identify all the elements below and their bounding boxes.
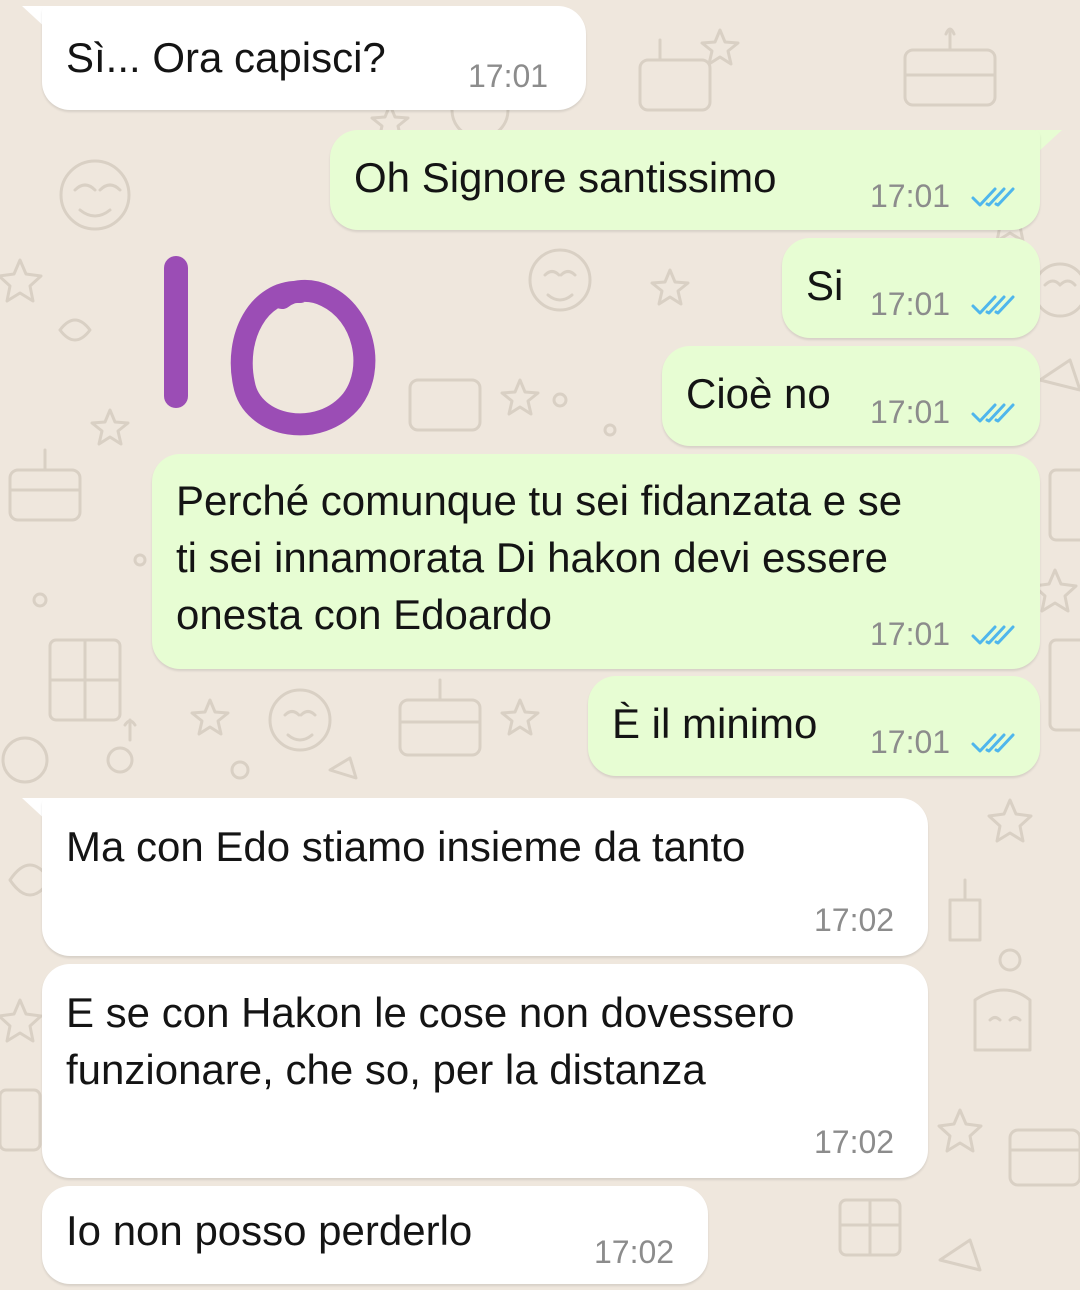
double-check-icon [971, 625, 1015, 645]
message-text: Perché comunque tu sei fidanzata e se ti… [176, 477, 903, 638]
outgoing-message[interactable]: Oh Signore santissimo 17:01 [330, 130, 1040, 230]
message-time: 17:01 [870, 616, 951, 652]
message-text: Io non posso perderlo [66, 1207, 473, 1254]
incoming-message[interactable]: E se con Hakon le cose non dovessero fun… [42, 964, 928, 1178]
message-time: 17:02 [814, 1124, 895, 1160]
message-time: 17:01 [870, 178, 951, 214]
double-check-icon [971, 187, 1015, 207]
double-check-icon [971, 403, 1015, 423]
message-text: È il minimo [612, 700, 818, 747]
outgoing-message[interactable]: Cioè no 17:01 [662, 346, 1040, 446]
outgoing-message[interactable]: È il minimo 17:01 [588, 676, 1040, 776]
message-text: Cioè no [686, 370, 831, 417]
message-text: Ma con Edo stiamo insieme da tanto [66, 823, 746, 870]
outgoing-message[interactable]: Si 17:01 [782, 238, 1040, 338]
double-check-icon [971, 733, 1015, 753]
outgoing-message[interactable]: Perché comunque tu sei fidanzata e se ti… [152, 454, 1040, 669]
message-time: 17:01 [870, 394, 951, 430]
message-text: Si [806, 262, 844, 309]
message-time: 17:02 [594, 1234, 675, 1270]
message-time: 17:01 [870, 286, 951, 322]
message-time: 17:01 [870, 724, 951, 760]
message-text: Oh Signore santissimo [354, 154, 777, 201]
double-check-icon [971, 295, 1015, 315]
message-text: Sì... Ora capisci? [66, 34, 386, 81]
message-time: 17:02 [814, 902, 895, 938]
incoming-message[interactable]: Ma con Edo stiamo insieme da tanto 17:02 [42, 798, 928, 956]
incoming-message[interactable]: Io non posso perderlo 17:02 [42, 1186, 708, 1284]
message-text: E se con Hakon le cose non dovessero fun… [66, 989, 795, 1093]
message-time: 17:01 [468, 58, 549, 94]
handwritten-annotation [164, 256, 376, 436]
incoming-message[interactable]: Sì... Ora capisci? 17:01 [42, 6, 586, 110]
